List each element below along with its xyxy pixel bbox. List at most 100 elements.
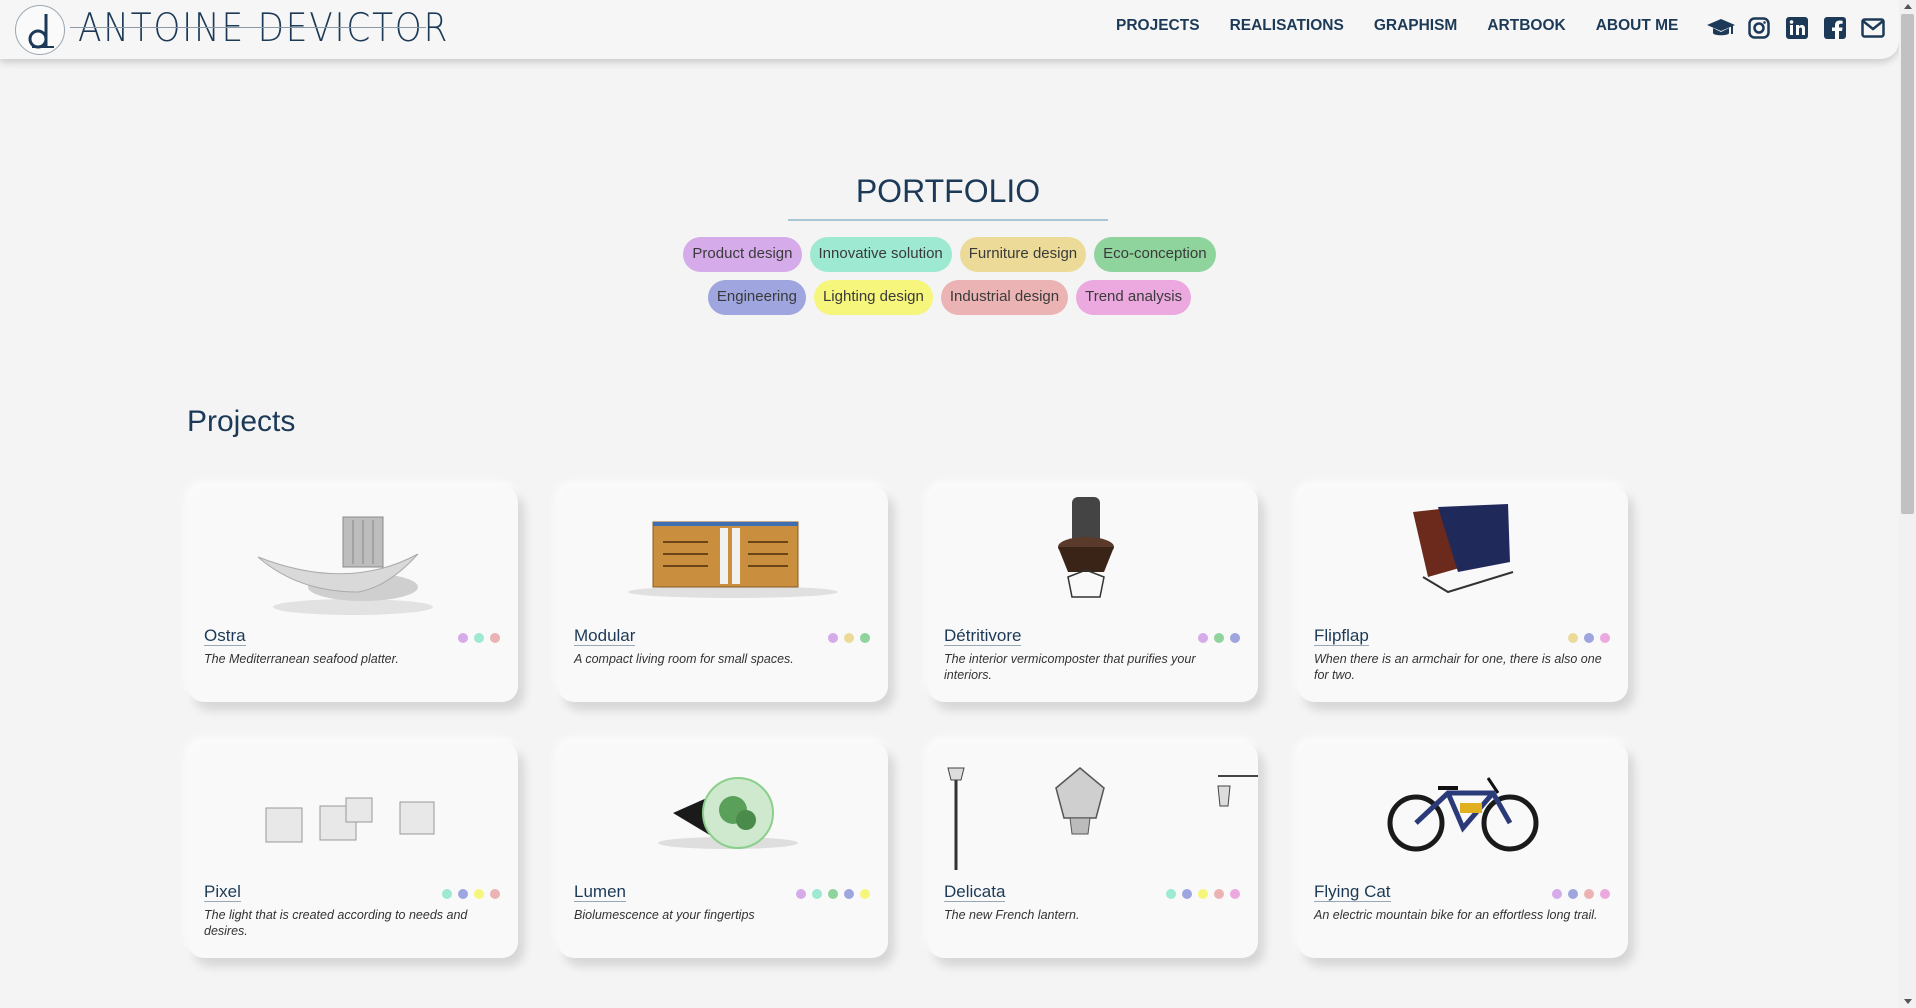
project-description: The light that is created according to n…: [204, 908, 468, 938]
tag-dot: [474, 889, 484, 899]
project-name[interactable]: Détritivore: [944, 626, 1022, 646]
social-links: [1707, 14, 1887, 42]
nav-artbook[interactable]: ARTBOOK: [1487, 17, 1565, 35]
project-tag-dots: [458, 633, 500, 643]
project-tag-dots: [1568, 633, 1610, 643]
portfolio-title: PORTFOLIO: [855, 173, 1041, 209]
project-description: The new French lantern.: [944, 908, 1080, 922]
project-name[interactable]: Modular: [574, 626, 636, 646]
linkedin-icon[interactable]: [1783, 14, 1811, 42]
project-image-lumen: [558, 748, 888, 878]
project-image-flying-cat: [1298, 748, 1628, 878]
tag-lighting-design[interactable]: Lighting design: [813, 280, 933, 315]
tag-dot: [1182, 889, 1192, 899]
tag-dot: [1568, 889, 1578, 899]
tag-dot: [1600, 889, 1610, 899]
tag-trend-analysis[interactable]: Trend analysis: [1076, 280, 1192, 315]
project-tag-dots: [1198, 633, 1240, 643]
nav-graphism[interactable]: GRAPHISM: [1374, 17, 1458, 35]
project-image-ostra: [188, 492, 518, 622]
tag-dot: [1230, 633, 1240, 643]
project-name[interactable]: Lumen: [574, 882, 626, 902]
project-tag-dots: [828, 633, 870, 643]
project-tag-dots: [796, 889, 870, 899]
project-name[interactable]: Flipflap: [1314, 626, 1369, 646]
tag-dot: [1214, 633, 1224, 643]
tag-dot: [828, 889, 838, 899]
tag-dot: [1568, 633, 1578, 643]
main-nav: PROJECTS REALISATIONS GRAPHISM ARTBOOK A…: [1116, 17, 1708, 35]
project-card-detritivore[interactable]: Détritivore The interior vermicomposter …: [928, 486, 1258, 702]
project-card-lumen[interactable]: Lumen Biolumescence at your fingertips: [558, 742, 888, 958]
project-description: The Mediterranean seafood platter.: [204, 652, 399, 666]
graduation-cap-icon[interactable]: [1707, 14, 1735, 42]
project-image-flipflap: [1298, 492, 1628, 622]
project-image-delicata: [928, 748, 1258, 878]
tag-dot: [490, 889, 500, 899]
tag-dot: [1600, 633, 1610, 643]
project-tag-dots: [442, 889, 500, 899]
tag-product-design[interactable]: Product design: [683, 237, 802, 272]
tag-eco-conception[interactable]: Eco-conception: [1094, 237, 1216, 272]
brand-underline: [70, 27, 426, 28]
project-image-pixel: [188, 748, 518, 878]
nav-realisations[interactable]: REALISATIONS: [1230, 17, 1344, 35]
instagram-icon[interactable]: [1745, 14, 1773, 42]
tag-dot: [1214, 889, 1224, 899]
tag-row-1: Product design Innovative solution Furni…: [0, 237, 1899, 272]
tag-dot: [1584, 633, 1594, 643]
mail-icon[interactable]: [1859, 14, 1887, 42]
site-header: ANTOINE DEVICTOR PROJECTS REALISATIONS G…: [0, 0, 1899, 59]
project-tag-dots: [1552, 889, 1610, 899]
facebook-icon[interactable]: [1821, 14, 1849, 42]
project-card-modular[interactable]: Modular A compact living room for small …: [558, 486, 888, 702]
scroll-down-arrow-icon[interactable]: [1904, 999, 1912, 1004]
tag-dot: [1198, 633, 1208, 643]
tag-engineering[interactable]: Engineering: [707, 280, 806, 315]
tag-dot: [458, 633, 468, 643]
brand-name[interactable]: ANTOINE DEVICTOR: [78, 6, 449, 51]
page-scrollbar[interactable]: [1899, 0, 1916, 1008]
project-card-delicata[interactable]: Delicata The new French lantern.: [928, 742, 1258, 958]
nav-about-me[interactable]: ABOUT ME: [1596, 17, 1679, 35]
logo-icon[interactable]: [15, 5, 65, 55]
project-description: A compact living room for small spaces.: [574, 652, 794, 666]
project-card-flying-cat[interactable]: Flying Cat An electric mountain bike for…: [1298, 742, 1628, 958]
project-description: Biolumescence at your fingertips: [574, 908, 755, 922]
tag-dot: [812, 889, 822, 899]
tag-dot: [860, 633, 870, 643]
tag-dot: [1552, 889, 1562, 899]
tag-industrial-design[interactable]: Industrial design: [940, 280, 1069, 315]
project-name[interactable]: Pixel: [204, 882, 241, 902]
projects-heading: Projects: [187, 405, 296, 438]
project-name[interactable]: Flying Cat: [1314, 882, 1391, 902]
project-tag-dots: [1166, 889, 1240, 899]
project-name[interactable]: Ostra: [204, 626, 246, 646]
project-image-detritivore: [928, 492, 1258, 622]
tag-dot: [796, 889, 806, 899]
tag-dot: [490, 633, 500, 643]
tag-dot: [458, 889, 468, 899]
tag-dot: [442, 889, 452, 899]
tag-dot: [1584, 889, 1594, 899]
tag-dot: [1166, 889, 1176, 899]
project-image-modular: [558, 492, 888, 622]
tag-dot: [860, 889, 870, 899]
tag-innovative-solution[interactable]: Innovative solution: [809, 237, 952, 272]
scroll-up-arrow-icon[interactable]: [1904, 4, 1912, 9]
tag-dot: [828, 633, 838, 643]
project-name[interactable]: Delicata: [944, 882, 1006, 902]
portfolio-divider: [788, 219, 1108, 221]
tag-furniture-design[interactable]: Furniture design: [959, 237, 1087, 272]
project-description: When there is an armchair for one, there…: [1314, 652, 1602, 682]
scrollbar-thumb[interactable]: [1901, 14, 1914, 514]
tag-row-2: Engineering Lighting design Industrial d…: [0, 280, 1899, 315]
tag-dot: [844, 889, 854, 899]
project-card-ostra[interactable]: Ostra The Mediterranean seafood platter.: [188, 486, 518, 702]
tag-dot: [474, 633, 484, 643]
nav-projects[interactable]: PROJECTS: [1116, 17, 1200, 35]
tag-dot: [1198, 889, 1208, 899]
project-card-flipflap[interactable]: Flipflap When there is an armchair for o…: [1298, 486, 1628, 702]
tag-dot: [1230, 889, 1240, 899]
project-card-pixel[interactable]: Pixel The light that is created accordin…: [188, 742, 518, 958]
